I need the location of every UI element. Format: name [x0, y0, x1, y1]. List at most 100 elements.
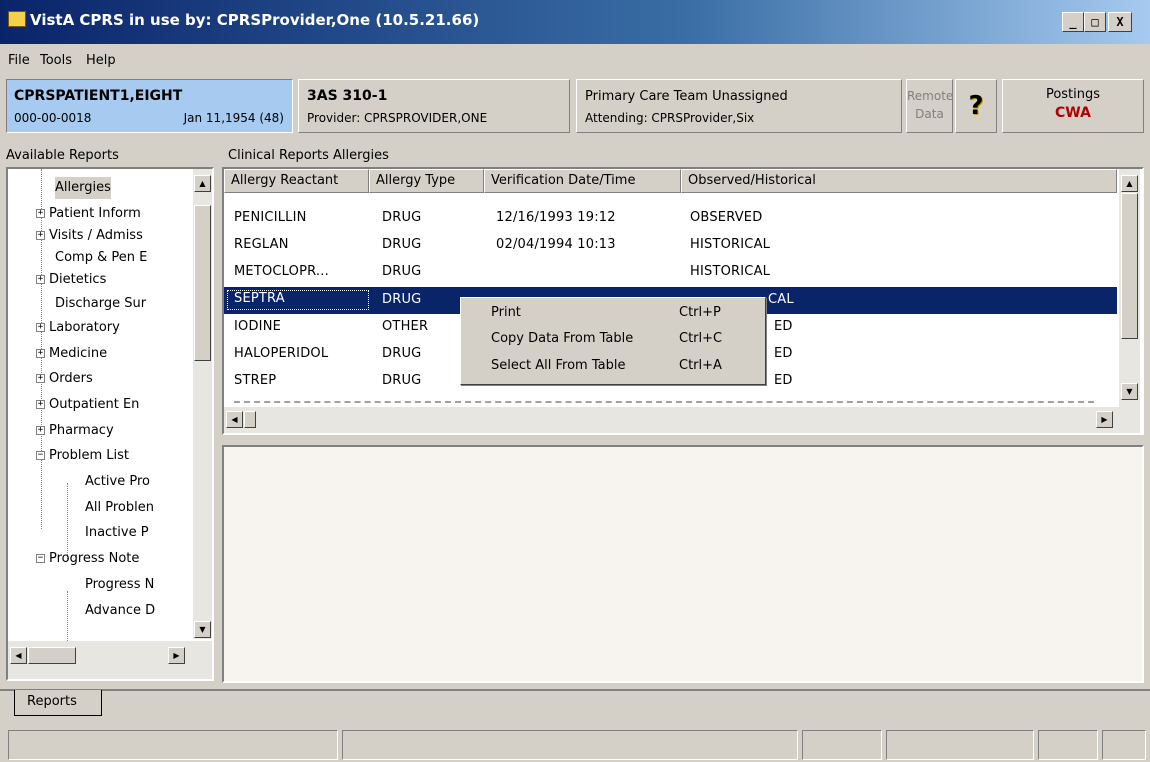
- tree-node-label: Problem List: [49, 448, 130, 463]
- reports-tree[interactable]: Allergies + Patient Inform + Visits / Admi…: [6, 167, 214, 681]
- tree-node-comp-pen[interactable]: Comp & Pen E: [55, 247, 147, 269]
- tree-node-label: Outpatient En: [49, 397, 140, 412]
- scroll-thumb[interactable]: [1121, 193, 1138, 339]
- tree-horizontal-scrollbar[interactable]: ◀ ▶: [8, 641, 212, 679]
- expand-icon[interactable]: +: [36, 426, 45, 435]
- tree-node-laboratory[interactable]: + Laboratory: [36, 317, 120, 339]
- tree-node-label: Pharmacy: [49, 423, 114, 438]
- scroll-thumb[interactable]: [28, 647, 76, 664]
- tree-node-all-problems[interactable]: All Problen: [85, 497, 154, 519]
- cell-observed: HISTORICAL: [690, 264, 771, 279]
- menu-item-print[interactable]: Print Ctrl+P: [461, 302, 765, 324]
- cell-observed: OBSERVED: [690, 210, 763, 225]
- tree-node-problem-list[interactable]: − Problem List: [36, 445, 129, 467]
- tree-node-label: Visits / Admiss: [49, 228, 143, 243]
- cell-observed: HISTORICAL: [690, 237, 771, 252]
- maximize-button[interactable]: □: [1084, 12, 1106, 32]
- report-detail-pane[interactable]: [222, 445, 1144, 683]
- cell-reactant: PENICILLIN: [234, 210, 307, 225]
- expand-icon[interactable]: +: [36, 231, 45, 240]
- tree-node-label: Inactive P: [85, 525, 149, 540]
- title-bar[interactable]: VistA CPRS in use by: CPRSProvider,One (…: [0, 0, 1150, 44]
- expand-icon[interactable]: +: [36, 275, 45, 284]
- cell-reactant: SEPTRA: [227, 290, 369, 310]
- menu-file[interactable]: File: [8, 53, 30, 68]
- remote-data-button[interactable]: Remote Data: [906, 79, 953, 133]
- tree-node-patient-info[interactable]: + Patient Inform: [36, 203, 141, 225]
- app-icon: [8, 11, 26, 27]
- table-vertical-scrollbar[interactable]: ▲ ▼: [1119, 169, 1140, 407]
- column-header-type[interactable]: Allergy Type: [369, 169, 484, 193]
- table-row[interactable]: METOCLOPR... DRUG HISTORICAL: [224, 259, 1117, 286]
- tree-node-medicine[interactable]: + Medicine: [36, 343, 107, 365]
- care-team-label: Primary Care Team Unassigned: [585, 89, 788, 104]
- menu-help[interactable]: Help: [86, 53, 116, 68]
- menu-item-copy-data[interactable]: Copy Data From Table Ctrl+C: [461, 328, 765, 350]
- menu-item-shortcut: Ctrl+C: [679, 331, 723, 346]
- tree-node-label: Advance D: [85, 603, 156, 618]
- attending-label: Attending: CPRSProvider,Six: [585, 111, 755, 125]
- table-row[interactable]: REGLAN DRUG 02/04/1994 10:13 HISTORICAL: [224, 232, 1117, 259]
- provider-name: Provider: CPRSPROVIDER,ONE: [307, 111, 488, 125]
- scroll-down-arrow-icon[interactable]: ▼: [1121, 383, 1138, 400]
- column-header-observed[interactable]: Observed/Historical: [681, 169, 1117, 193]
- minimize-button[interactable]: _: [1062, 12, 1084, 32]
- care-team-panel[interactable]: Primary Care Team Unassigned Attending: …: [576, 79, 902, 133]
- menu-item-select-all[interactable]: Select All From Table Ctrl+A: [461, 355, 765, 377]
- table-horizontal-scrollbar[interactable]: ◀ ▶: [224, 407, 1140, 433]
- postings-cwa: CWA: [1055, 105, 1091, 121]
- scroll-left-arrow-icon[interactable]: ◀: [226, 411, 243, 428]
- expand-icon[interactable]: +: [36, 400, 45, 409]
- tree-node-dietetics[interactable]: + Dietetics: [36, 269, 106, 291]
- tree-node-active-problems[interactable]: Active Pro: [85, 471, 150, 493]
- scroll-right-arrow-icon[interactable]: ▶: [1096, 411, 1113, 428]
- cell-observed: ED: [774, 373, 793, 388]
- cell-type: DRUG: [382, 346, 422, 361]
- collapse-icon[interactable]: −: [36, 451, 45, 460]
- partial-row: [234, 401, 1094, 405]
- tree-node-orders[interactable]: + Orders: [36, 368, 93, 390]
- help-button[interactable]: ?: [955, 79, 997, 133]
- tree-node-visits[interactable]: + Visits / Admiss: [36, 225, 143, 247]
- expand-icon[interactable]: +: [36, 323, 45, 332]
- scroll-thumb[interactable]: [194, 205, 211, 361]
- tree-node-inactive-problems[interactable]: Inactive P: [85, 522, 149, 544]
- remote-data-line1: Remote: [907, 89, 954, 103]
- tree-node-label: Patient Inform: [49, 206, 141, 221]
- tree-node-pharmacy[interactable]: + Pharmacy: [36, 420, 114, 442]
- menu-tools[interactable]: Tools: [40, 53, 72, 68]
- tab-reports[interactable]: Reports: [14, 690, 102, 716]
- patient-selector[interactable]: CPRSPATIENT1,EIGHT 000-00-0018 Jan 11,19…: [6, 79, 293, 133]
- column-header-verification[interactable]: Verification Date/Time: [484, 169, 681, 193]
- tree-node-progress-n[interactable]: Progress N: [85, 574, 154, 596]
- tree-node-discharge[interactable]: Discharge Sur: [55, 293, 146, 315]
- expand-icon[interactable]: +: [36, 374, 45, 383]
- column-header-reactant[interactable]: Allergy Reactant: [224, 169, 369, 193]
- scroll-thumb[interactable]: [244, 411, 256, 428]
- cell-observed: ED: [774, 319, 793, 334]
- scroll-down-arrow-icon[interactable]: ▼: [194, 621, 211, 638]
- tree-node-outpatient[interactable]: + Outpatient En: [36, 394, 139, 416]
- scroll-left-arrow-icon[interactable]: ◀: [10, 647, 27, 664]
- cell-type: DRUG: [382, 373, 422, 388]
- status-panel: [1038, 730, 1098, 760]
- status-panel: [1102, 730, 1146, 760]
- tree-node-allergies[interactable]: Allergies: [55, 177, 111, 199]
- tree-node-progress-notes[interactable]: − Progress Note: [36, 548, 139, 570]
- postings-button[interactable]: Postings CWA: [1002, 79, 1144, 133]
- tree-node-advance-d[interactable]: Advance D: [85, 600, 155, 622]
- status-panel: [8, 730, 338, 760]
- collapse-icon[interactable]: −: [36, 554, 45, 563]
- scroll-up-arrow-icon[interactable]: ▲: [194, 175, 211, 192]
- menu-item-label: Print: [491, 305, 521, 320]
- expand-icon[interactable]: +: [36, 349, 45, 358]
- tree-vertical-scrollbar[interactable]: ▲ ▼: [193, 169, 212, 639]
- table-row[interactable]: PENICILLIN DRUG 12/16/1993 19:12 OBSERVE…: [224, 205, 1117, 232]
- expand-icon[interactable]: +: [36, 209, 45, 218]
- scroll-up-arrow-icon[interactable]: ▲: [1121, 175, 1138, 192]
- scroll-right-arrow-icon[interactable]: ▶: [168, 647, 185, 664]
- close-button[interactable]: X: [1108, 12, 1132, 32]
- location-selector[interactable]: 3AS 310-1 Provider: CPRSPROVIDER,ONE: [298, 79, 570, 133]
- context-menu[interactable]: Print Ctrl+P Copy Data From Table Ctrl+C…: [460, 297, 766, 385]
- cell-reactant: IODINE: [234, 319, 282, 334]
